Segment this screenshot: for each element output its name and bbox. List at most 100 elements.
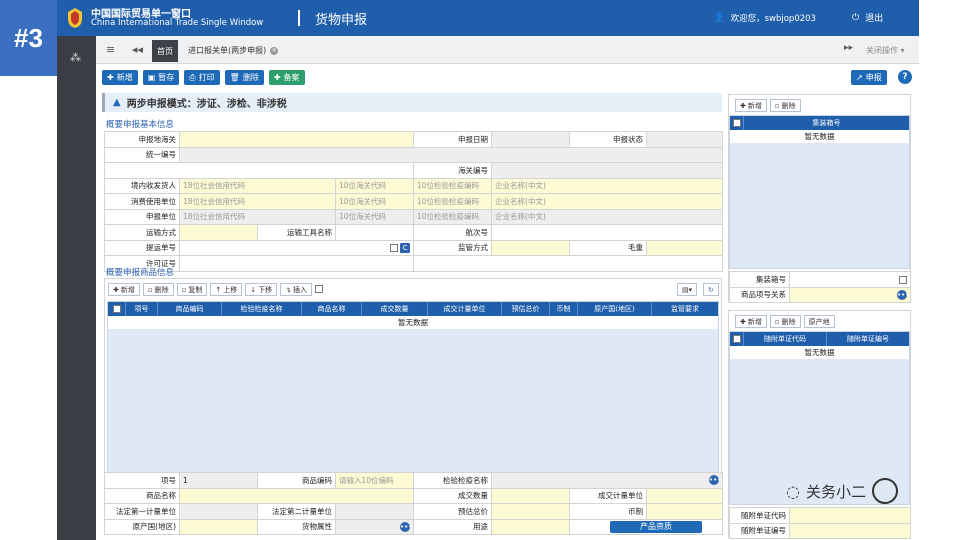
customs-emblem-icon <box>68 8 82 28</box>
attached-no-input[interactable] <box>789 522 911 539</box>
container-delete-button[interactable]: ▫ 删除 <box>769 99 801 112</box>
column-menu-icon[interactable]: ▤▾ <box>677 283 698 296</box>
license-no-input[interactable] <box>178 255 415 272</box>
goods-insert-button[interactable]: ↴ 插入 <box>280 283 312 296</box>
usage-input[interactable] <box>491 518 570 535</box>
refresh-icon[interactable]: ↻ <box>703 283 719 296</box>
print-button[interactable]: ⎙ 打印 <box>184 70 220 85</box>
origin-input[interactable] <box>179 518 258 535</box>
declare-unit-name: 企业名称(中文) <box>491 208 724 225</box>
select-all-checkbox[interactable] <box>730 332 744 346</box>
power-icon: ⏻ <box>852 12 860 23</box>
deal-unit-input[interactable] <box>645 487 724 504</box>
user-info[interactable]: 👤 欢迎您，swbjop0203 <box>714 12 816 24</box>
draft-button[interactable]: ▣ 暂存 <box>142 70 180 85</box>
origin-button[interactable]: 原产地 <box>803 315 835 328</box>
attached-delete-button[interactable]: ▫ 删除 <box>769 315 801 328</box>
container-checkbox[interactable] <box>899 275 907 284</box>
watermark: ◌ 关务小二 <box>786 478 898 504</box>
consumer-customs-input[interactable]: 10位海关代码 <box>334 193 415 210</box>
select-all-checkbox[interactable] <box>108 302 126 316</box>
col-header[interactable]: 检验检疫名称 <box>222 302 302 316</box>
attached-new-button[interactable]: ✚ 新增 <box>735 315 767 328</box>
more-icon[interactable]: ••• <box>709 475 721 486</box>
label: 成交数量 <box>413 487 492 504</box>
gross-weight-input[interactable] <box>646 239 724 256</box>
container-new-button[interactable]: ✚ 新增 <box>735 99 767 112</box>
filing-button[interactable]: ✚ 备案 <box>268 70 305 85</box>
supervision-input[interactable] <box>491 239 571 256</box>
scroll-right-icon[interactable]: ▸▸ <box>844 43 853 53</box>
help-icon[interactable]: ? <box>898 70 912 84</box>
container-no-input[interactable] <box>789 271 911 288</box>
col-header[interactable]: 成交数量 <box>362 302 428 316</box>
consignee-inspect-input[interactable]: 10位检验检疫编码 <box>413 177 493 194</box>
refresh-icon[interactable]: C <box>400 242 411 253</box>
tab-import-declaration[interactable]: 进口报关单(两步申报) ✕ <box>188 45 279 56</box>
col-header[interactable]: 商品名称 <box>302 302 362 316</box>
goods-up-button[interactable]: ↑ 上移 <box>210 283 243 296</box>
goods-attr-field[interactable]: ••• <box>335 518 414 535</box>
container-toolbar: ✚ 新增 ▫ 删除 <box>735 99 801 112</box>
col-header[interactable]: 币制 <box>550 302 578 316</box>
goods-new-button[interactable]: ✚ 新增 <box>108 283 140 296</box>
tab-bar: ≡ ◂◂ 首页 进口报关单(两步申报) ✕ ▸▸ 关闭操作 ▾ <box>96 36 919 64</box>
voyage-no-input[interactable] <box>491 224 724 241</box>
consumer-inspect-input[interactable]: 10位检验检疫编码 <box>413 193 493 210</box>
col-header[interactable]: 随附单证代码 <box>744 332 827 346</box>
consumer-credit-input[interactable]: 18位社会信用代码 <box>179 193 336 210</box>
goods-name-input[interactable] <box>179 487 414 504</box>
goods-down-button[interactable]: ↓ 下移 <box>245 283 278 296</box>
col-header[interactable]: 随附单证编号 <box>827 332 909 346</box>
est-total-input[interactable] <box>491 503 570 520</box>
goods-grid: 项号 商品编码 检验检疫名称 商品名称 成交数量 成交计量单位 预估总价 币制 … <box>107 301 719 473</box>
currency-input[interactable] <box>645 503 724 520</box>
select-all-checkbox[interactable] <box>730 116 744 130</box>
more-icon[interactable]: ••• <box>897 289 909 300</box>
declare-customs-input[interactable] <box>178 131 415 148</box>
col-header[interactable]: 商品编码 <box>158 302 222 316</box>
consignee-name-input[interactable]: 企业名称(中文) <box>491 177 724 194</box>
consignee-customs-input[interactable]: 10位海关代码 <box>334 177 415 194</box>
container-panel: ✚ 新增 ▫ 删除 集装箱号 暂无数据 集装箱号 商品项号关系 ••• <box>728 94 911 303</box>
item-relation-input[interactable]: ••• <box>789 286 911 303</box>
toolbar: ✚ 新增 ▣ 暂存 ⎙ 打印 🗑 删除 ✚ 备案 <box>102 70 305 85</box>
transport-mode-input[interactable] <box>179 224 258 241</box>
plus-icon: ✚ <box>740 317 746 326</box>
bill-no-input[interactable]: C <box>178 239 415 256</box>
close-tab-icon[interactable]: ✕ <box>270 46 279 55</box>
goods-option-checkbox[interactable] <box>315 285 323 293</box>
goods-delete-button[interactable]: ▫ 删除 <box>142 283 174 296</box>
tab-doc-label: 进口报关单(两步申报) <box>188 46 267 55</box>
label: 法定第二计量单位 <box>257 503 336 520</box>
plus-icon: ✚ <box>113 285 119 294</box>
goods-copy-button[interactable]: ▫ 复制 <box>176 283 208 296</box>
deal-qty-input[interactable] <box>491 487 570 504</box>
col-header[interactable]: 预估总价 <box>502 302 550 316</box>
new-button[interactable]: ✚ 新增 <box>102 70 138 85</box>
col-header[interactable]: 成交计量单位 <box>428 302 502 316</box>
product-qual-button[interactable]: 产品资质 <box>610 520 703 533</box>
scroll-left-icon[interactable]: ◂◂ <box>132 43 143 56</box>
bill-checkbox[interactable] <box>389 243 398 252</box>
declare-date-field <box>491 131 571 148</box>
col-header[interactable]: 监管要求 <box>652 302 718 316</box>
attached-code-input[interactable] <box>789 507 911 524</box>
col-header[interactable]: 项号 <box>126 302 158 316</box>
cluster-icon[interactable]: ⁂ <box>70 51 81 64</box>
col-header[interactable]: 集装箱号 <box>744 116 909 130</box>
delete-button[interactable]: 🗑 删除 <box>224 70 264 85</box>
hs-code-input[interactable]: 请输入10位编码 <box>335 472 414 489</box>
apply-button[interactable]: ↗ 申报 <box>851 70 887 85</box>
transport-name-input[interactable] <box>334 224 415 241</box>
logout-button[interactable]: ⏻ 退出 <box>852 11 883 25</box>
consumer-name-input[interactable]: 企业名称(中文) <box>491 193 724 210</box>
tab-home[interactable]: 首页 <box>152 40 178 62</box>
consignee-credit-input[interactable]: 18位社会信用代码 <box>179 177 336 194</box>
more-icon[interactable]: ••• <box>400 521 412 532</box>
goods-new-label: 新增 <box>120 285 135 294</box>
col-header[interactable]: 原产国(地区) <box>578 302 652 316</box>
close-ops-menu[interactable]: 关闭操作 ▾ <box>866 45 905 56</box>
label: 项号 <box>104 472 180 489</box>
menu-icon[interactable]: ≡ <box>106 43 115 56</box>
